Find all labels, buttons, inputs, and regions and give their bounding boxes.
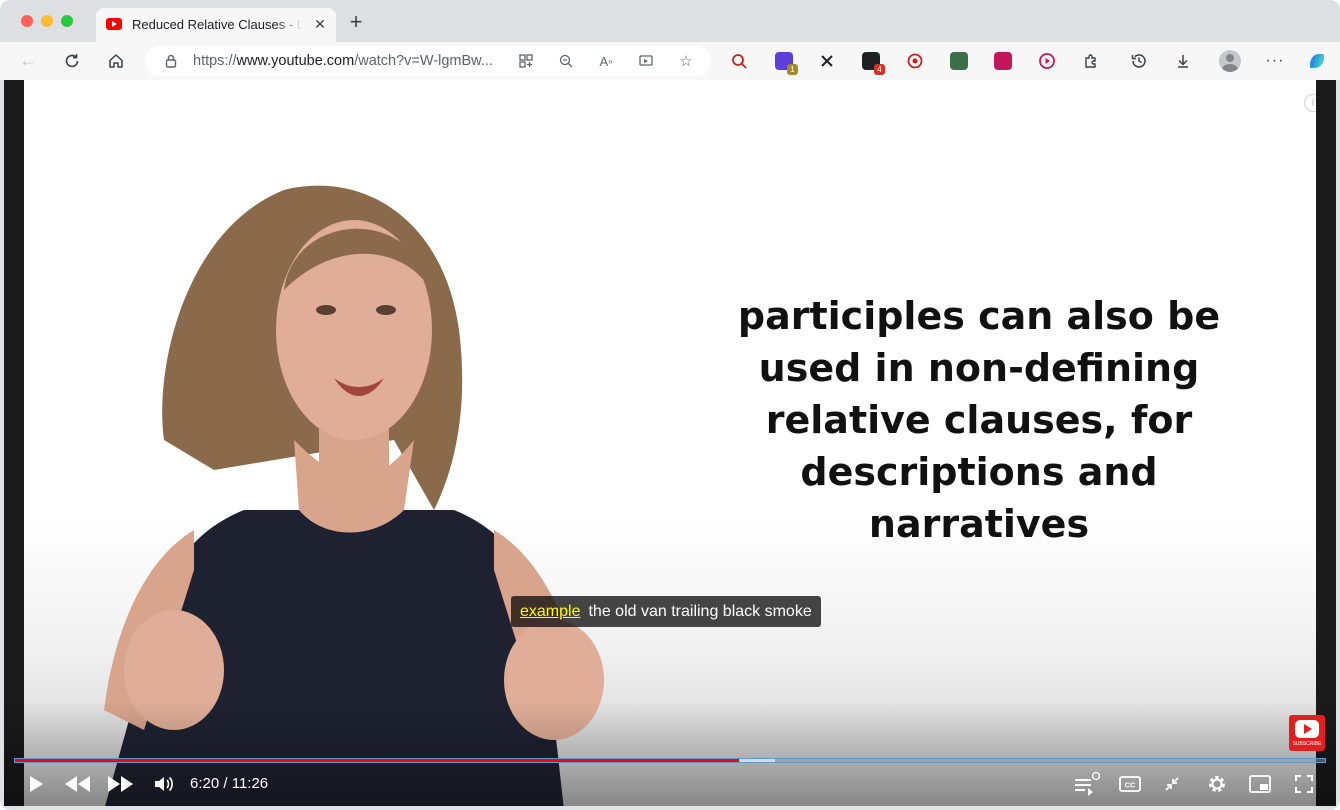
rewind-icon[interactable] (62, 770, 92, 798)
autoplay-settings-icon[interactable] (1072, 770, 1100, 798)
play-icon[interactable] (24, 770, 48, 798)
maximize-window-button[interactable] (61, 15, 73, 27)
fast-forward-icon[interactable] (106, 770, 136, 798)
extension-notes-icon[interactable]: 1 (775, 52, 798, 75)
address-bar[interactable]: https://www.youtube.com/watch?v=W-lgmBw.… (145, 46, 711, 76)
caption-box: example the old van trailing black smoke (511, 596, 821, 627)
video-player[interactable]: i participles can also be used in non-de… (4, 80, 1336, 806)
browser-toolbar: ← https://www.youtube.com/watch?v=W-lgmB… (0, 42, 1340, 80)
extension-record-icon[interactable] (906, 52, 924, 70)
downloads-icon[interactable] (1172, 50, 1194, 72)
extension-tasks-icon[interactable]: 4 (862, 52, 885, 75)
more-menu-icon[interactable]: ··· (1264, 50, 1286, 72)
svg-text:CC: CC (1125, 781, 1136, 790)
history-icon[interactable] (1128, 50, 1150, 72)
reload-icon[interactable] (61, 50, 83, 72)
minimize-window-button[interactable] (41, 15, 53, 27)
url-text: https://www.youtube.com/watch?v=W-lgmBw.… (193, 53, 493, 69)
close-window-button[interactable] (21, 15, 33, 27)
subtitles-icon[interactable]: CC (1118, 770, 1142, 798)
extension-board-icon[interactable] (994, 52, 1012, 70)
extension-play-icon[interactable] (1038, 52, 1056, 70)
progress-played (15, 759, 740, 762)
caption-highlight: example (520, 603, 581, 620)
youtube-favicon-icon (106, 18, 122, 30)
subscribe-watermark[interactable]: SUBSCRIBE (1289, 715, 1325, 751)
back-icon[interactable]: ← (17, 50, 39, 72)
tab-strip: Reduced Relative Clauses - De ✕ + (0, 0, 1340, 42)
read-aloud-icon[interactable]: A» (596, 51, 616, 71)
home-icon[interactable] (105, 50, 127, 72)
tab-title: Reduced Relative Clauses - De (132, 17, 302, 32)
video-frame[interactable]: i participles can also be used in non-de… (24, 80, 1316, 806)
progress-bar[interactable] (14, 758, 1326, 763)
tab-close-icon[interactable]: ✕ (312, 16, 328, 32)
lock-icon (165, 54, 177, 68)
fullscreen-icon[interactable] (1292, 770, 1316, 798)
immersive-reader-icon[interactable] (636, 51, 656, 71)
app-available-icon[interactable] (516, 51, 536, 71)
tab-youtube[interactable]: Reduced Relative Clauses - De ✕ (96, 8, 336, 42)
extension-search-icon[interactable] (730, 52, 748, 70)
time-current: 6:20 (190, 775, 220, 792)
copilot-icon[interactable] (1306, 50, 1328, 72)
zoom-out-icon[interactable] (556, 51, 576, 71)
profile-avatar[interactable] (1219, 50, 1241, 72)
caption-text: the old van trailing black smoke (588, 603, 812, 620)
favorite-star-icon[interactable]: ☆ (676, 51, 696, 71)
browser-window: Reduced Relative Clauses - De ✕ + ← http… (0, 0, 1340, 810)
youtube-play-icon (1295, 720, 1319, 738)
picture-in-picture-icon[interactable] (1248, 770, 1272, 798)
subscribe-label: SUBSCRIBE (1292, 741, 1322, 747)
volume-icon[interactable] (152, 770, 176, 798)
extensions-puzzle-icon[interactable] (1080, 50, 1102, 72)
extension-download-icon[interactable] (950, 52, 968, 70)
time-display: 6:20 / 11:26 (190, 775, 269, 792)
info-icon[interactable]: i (1304, 94, 1316, 112)
extension-connect-icon[interactable] (818, 52, 836, 70)
miniplayer-collapse-icon[interactable] (1160, 770, 1184, 798)
settings-gear-icon[interactable] (1205, 770, 1229, 798)
new-tab-button[interactable]: + (345, 11, 367, 34)
slide-text: participles can also be used in non-defi… (737, 294, 1221, 546)
time-duration: 11:26 (231, 775, 269, 792)
